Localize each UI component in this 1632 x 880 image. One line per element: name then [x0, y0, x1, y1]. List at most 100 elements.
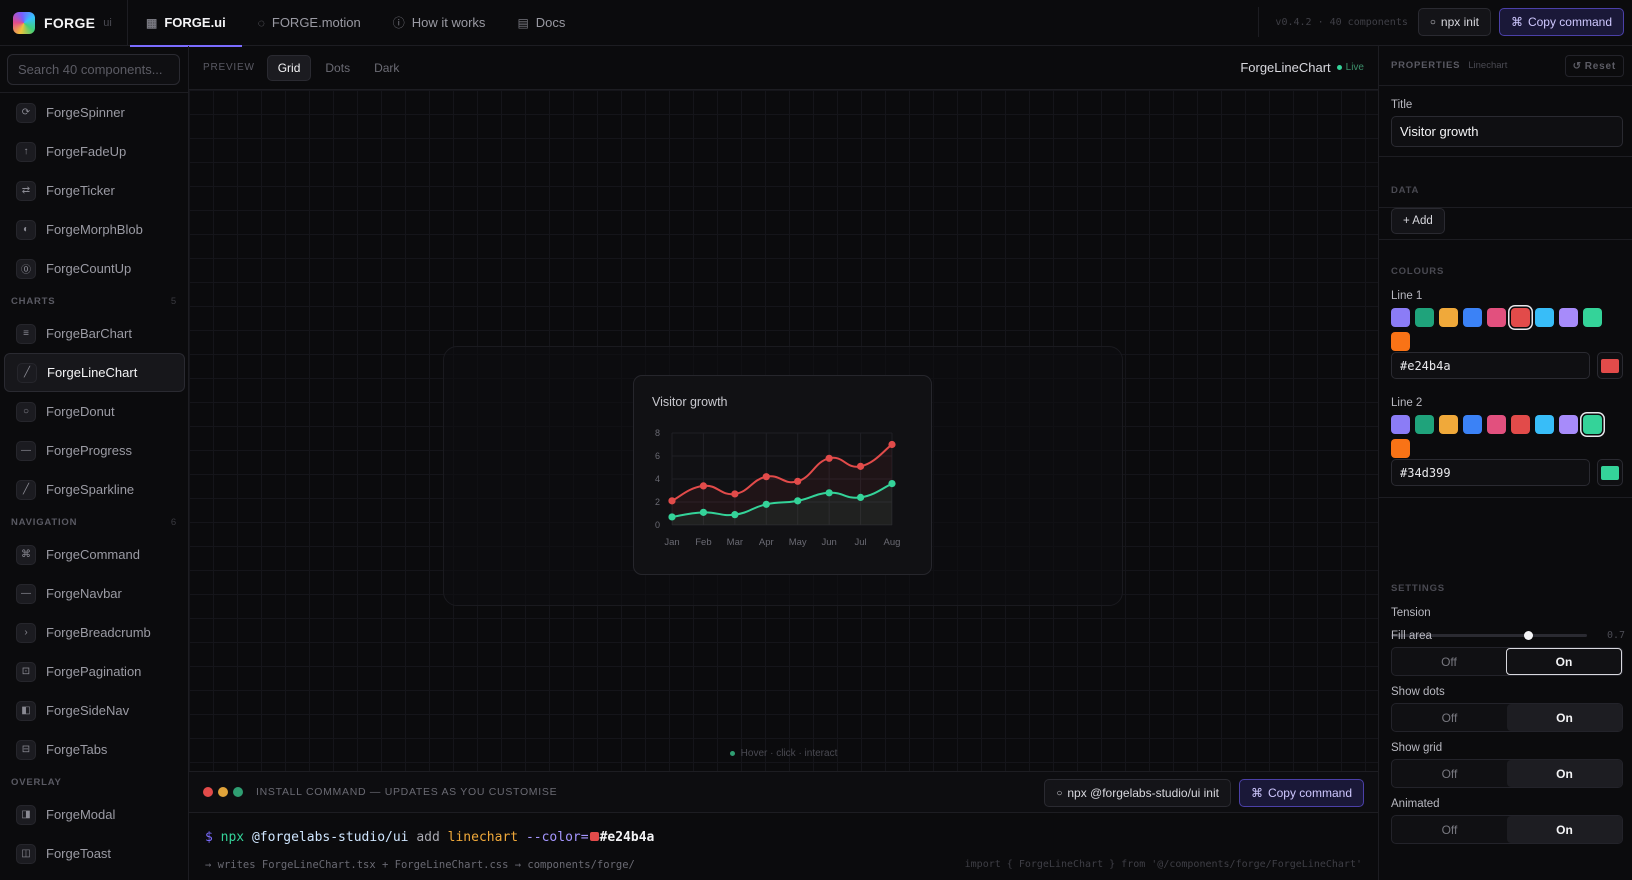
sidebar-item-forgespinner[interactable]: ⟳ ForgeSpinner [4, 93, 185, 132]
color-swatch[interactable] [1439, 308, 1458, 327]
sidebar-item-label: ForgeDonut [46, 404, 115, 419]
title-input[interactable]: Visitor growth [1391, 116, 1623, 147]
sidebar-item-forgeticker[interactable]: ⇄ ForgeTicker [4, 171, 185, 210]
color-swatch[interactable] [1415, 415, 1434, 434]
sidebar-item-label: ForgeSpinner [46, 105, 125, 120]
command-icon: ⌘ [16, 544, 36, 565]
tab-docs[interactable]: ▤ Docs [501, 0, 581, 46]
color-swatch[interactable] [1583, 415, 1602, 434]
tab-forge-motion[interactable]: ◌ FORGE.motion [242, 0, 377, 46]
line1-swatch [1601, 358, 1619, 373]
color-swatch[interactable] [1511, 308, 1530, 327]
reset-button[interactable]: ↺ Reset [1564, 55, 1624, 77]
mode-dark-button[interactable]: Dark [364, 55, 409, 81]
navbar-icon: — [16, 583, 36, 604]
tension-knob[interactable] [1524, 631, 1534, 640]
top-actions: v0.4.2 · 40 components ○ npx init ⌘ Copy… [1258, 7, 1624, 37]
color-swatch[interactable] [1391, 439, 1410, 458]
sidebar-item-label: ForgeSparkline [46, 482, 135, 497]
traffic-light-green-icon [233, 787, 243, 797]
toggle-show-dots[interactable]: Off On [1391, 703, 1623, 732]
color-swatch[interactable] [1535, 308, 1554, 327]
sidebar-item-forgenavbar[interactable]: — ForgeNavbar [4, 574, 185, 613]
series-1-point [888, 440, 896, 449]
tab-forge-ui[interactable]: ▦ FORGE.ui [130, 0, 242, 47]
series-2-point [762, 500, 770, 508]
color-swatch[interactable] [1391, 332, 1410, 351]
mode-grid-button[interactable]: Grid [266, 54, 312, 81]
install-command[interactable]: $ npx @forgelabs-studio/ui add linechart… [205, 830, 654, 845]
color-swatch[interactable] [1439, 415, 1458, 434]
line1-color-picker[interactable] [1597, 352, 1623, 379]
line2-color-picker[interactable] [1597, 459, 1623, 486]
color-swatch[interactable] [1391, 415, 1410, 434]
sidebar-item-forgebarchart[interactable]: ≡ ForgeBarChart [4, 314, 185, 353]
sidebar-item-forgesparkline[interactable]: ╱ ForgeSparkline [4, 470, 185, 509]
preview-canvas[interactable]: Visitor growth 0 2 4 6 8 Jan Feb Mar Apr May Jun Ju… [189, 90, 1378, 771]
color-swatch[interactable] [1487, 308, 1506, 327]
sidebar-item-forgedonut[interactable]: ○ ForgeDonut [4, 392, 185, 431]
sidebar-item-forgemodal[interactable]: ◨ ForgeModal [4, 795, 185, 834]
color-swatch[interactable] [1463, 308, 1482, 327]
series-2-point [699, 508, 708, 516]
color-swatch[interactable] [1487, 415, 1506, 434]
sidebar-item-forgecountup[interactable]: ⓪ ForgeCountUp [4, 249, 185, 288]
sidebar-item-forgefadeup[interactable]: ↑ ForgeFadeUp [4, 132, 185, 171]
toggle-off-option[interactable]: Off [1392, 648, 1506, 675]
toggle-off-option[interactable]: Off [1392, 760, 1507, 787]
toggle-on-option[interactable]: On [1506, 648, 1622, 675]
color-swatch[interactable] [1583, 308, 1602, 327]
color-swatch[interactable] [1463, 415, 1482, 434]
sidebar-item-forgepagination[interactable]: ⊡ ForgePagination [4, 652, 185, 691]
motion-icon: ◌ [257, 15, 265, 30]
tabs-icon: ⊟ [16, 739, 36, 760]
color-swatch[interactable] [1415, 308, 1434, 327]
mode-dots-button[interactable]: Dots [315, 55, 360, 81]
color-swatch[interactable] [1559, 415, 1578, 434]
color-swatch[interactable] [1535, 415, 1554, 434]
npx-forge-init-button[interactable]: ○ npx @forgelabs-studio/ui init [1044, 779, 1231, 807]
arrow-up-icon: ↑ [16, 141, 36, 162]
tab-how-it-works[interactable]: ⓘ How it works [377, 0, 502, 46]
sidebar-item-label: ForgePagination [46, 664, 142, 679]
sidebar-item-forgecommand[interactable]: ⌘ ForgeCommand [4, 535, 185, 574]
line-chart[interactable]: 0 2 4 6 8 Jan Feb Mar Apr May Jun Jul Aug [634, 376, 933, 576]
search-input[interactable] [7, 54, 180, 85]
copy-command-button[interactable]: ⌘ Copy command [1498, 8, 1624, 36]
sidebar-group-charts[interactable]: CHARTS 5 [0, 288, 188, 314]
sidebar-item-forgebreadcrumb[interactable]: › ForgeBreadcrumb [4, 613, 185, 652]
color-swatch[interactable] [1391, 308, 1410, 327]
color-swatch[interactable] [1511, 415, 1530, 434]
sidebar-item-forgetoast[interactable]: ◫ ForgeToast [4, 834, 185, 873]
install-bar: INSTALL COMMAND — UPDATES AS YOU CUSTOMI… [189, 771, 1378, 813]
sidebar-item-label: ForgeSideNav [46, 703, 130, 718]
toggle-off-option[interactable]: Off [1392, 704, 1507, 731]
line1-hex-input[interactable]: #e24b4a [1391, 352, 1590, 379]
toggle-on-option[interactable]: On [1507, 760, 1622, 787]
npx-init-button[interactable]: ○ npx init [1417, 8, 1491, 36]
data-heading: DATA [1391, 185, 1420, 196]
brand-logo[interactable]: FORGE ui [0, 0, 128, 46]
color-swatch[interactable] [1559, 308, 1578, 327]
x-tick-label: Jan [664, 537, 679, 548]
sidebar-item-forgetabs[interactable]: ⊟ ForgeTabs [4, 730, 185, 769]
line2-hex-input[interactable]: #34d399 [1391, 459, 1590, 486]
sidebar-item-forgeprogress[interactable]: — ForgeProgress [4, 431, 185, 470]
sidebar-item-forgemorphblob[interactable]: ◐ ForgeMorphBlob [4, 210, 185, 249]
toggle-animated[interactable]: Off On [1391, 815, 1623, 844]
line-chart-card[interactable]: Visitor growth 0 2 4 6 8 Jan Feb Mar Apr May Jun Ju… [633, 375, 932, 575]
add-data-button[interactable]: + Add [1391, 208, 1445, 234]
toggle-off-option[interactable]: Off [1392, 816, 1507, 843]
toggle-on-option[interactable]: On [1507, 816, 1622, 843]
toggle-show-grid[interactable]: Off On [1391, 759, 1623, 788]
y-tick-label: 0 [655, 520, 660, 530]
install-copy-command-button[interactable]: ⌘ Copy command [1238, 779, 1364, 807]
tab-label: FORGE.motion [271, 15, 361, 30]
sidebar-group-overlay[interactable]: OVERLAY [0, 769, 188, 795]
toggle-fill-area[interactable]: Off On [1391, 647, 1623, 676]
toggle-on-option[interactable]: On [1507, 704, 1622, 731]
sidebar-item-forgelinechart[interactable]: ╱ ForgeLineChart [4, 353, 185, 392]
sidebar-group-navigation[interactable]: NAVIGATION 6 [0, 509, 188, 535]
sidebar-item-forgesidenav[interactable]: ◧ ForgeSideNav [4, 691, 185, 730]
colours-section: COLOURS Line 1 #e24b4a Line 2 #34d399 [1379, 240, 1632, 498]
